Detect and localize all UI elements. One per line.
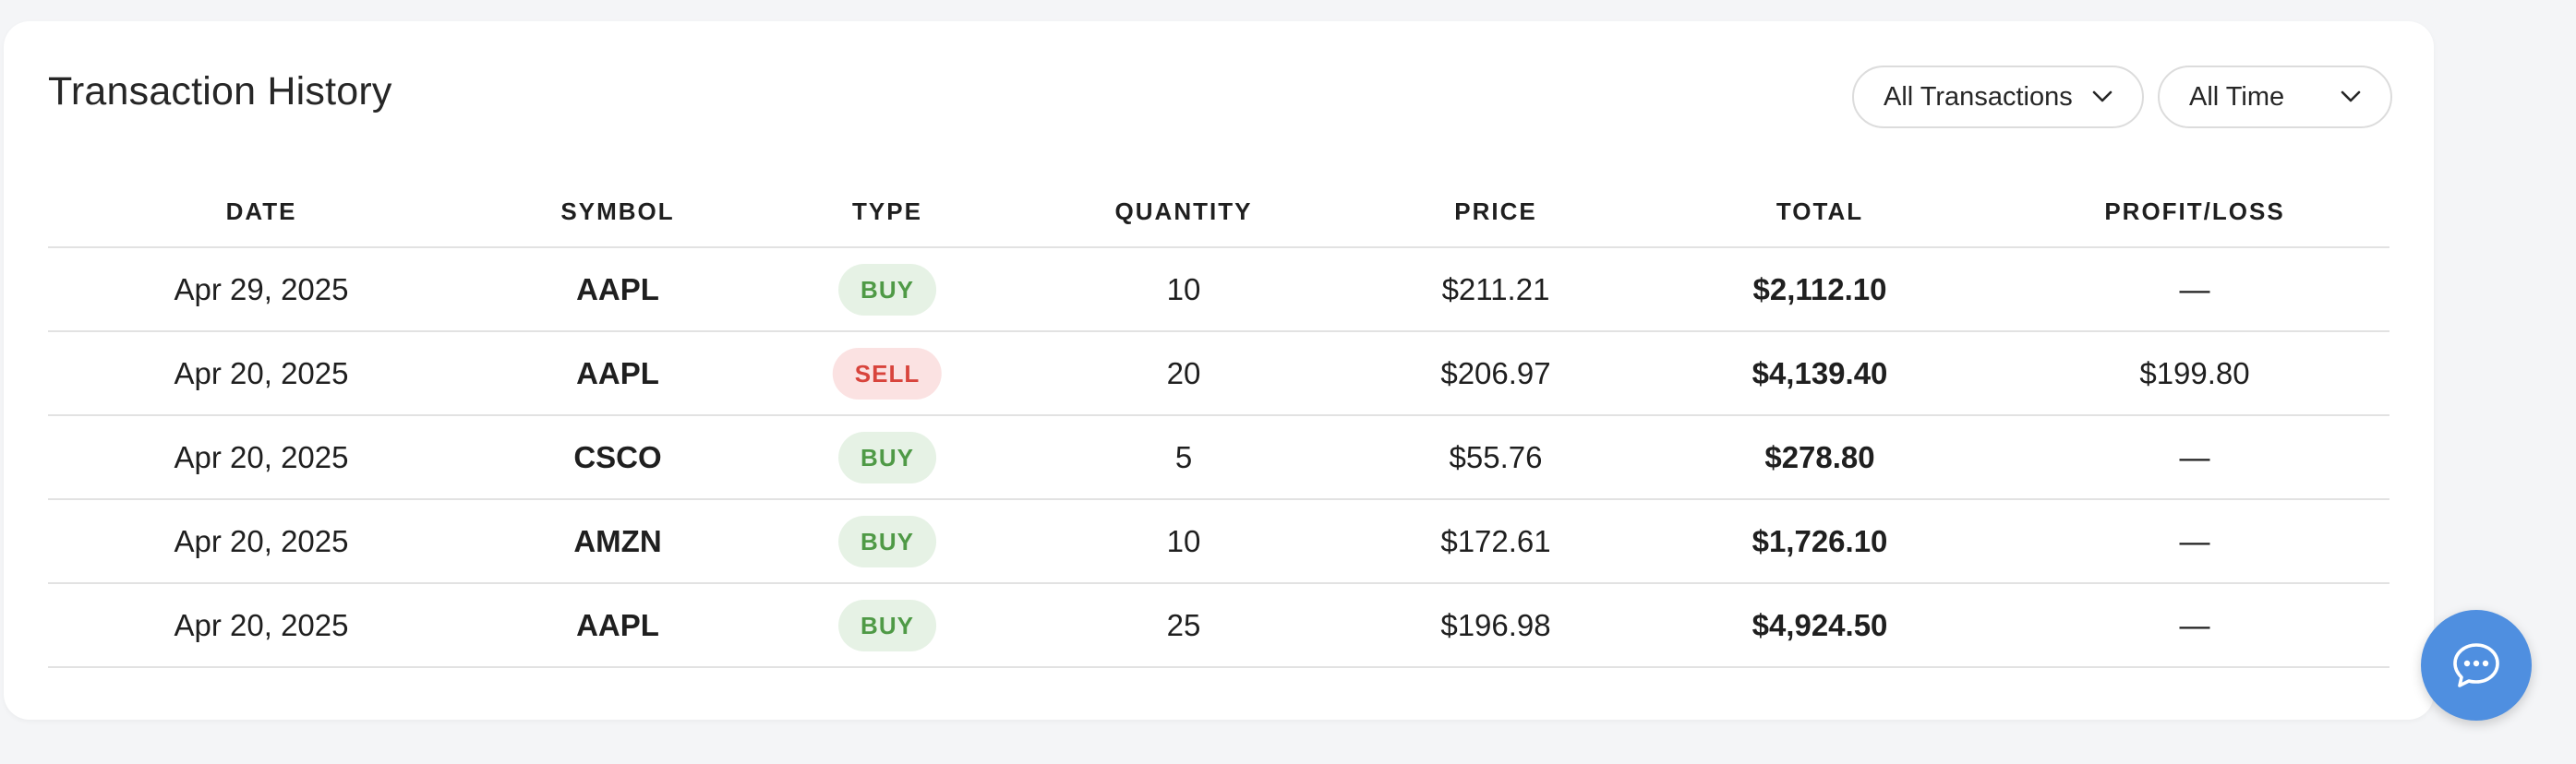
column-header-type[interactable]: TYPE <box>852 176 922 246</box>
cell-date: Apr 20, 2025 <box>174 356 349 390</box>
table-row: Apr 20, 2025 AMZN BUY 10 $172.61 $1,726.… <box>48 500 2389 584</box>
table-header: DATE SYMBOL TYPE QUANTITY PRICE TOTAL PR… <box>48 176 2389 248</box>
cell-price: $206.97 <box>1440 356 1551 390</box>
cell-quantity: 5 <box>1174 440 1193 474</box>
cell-price: $211.21 <box>1441 272 1550 306</box>
cell-profit-loss: — <box>2179 440 2210 474</box>
table-row: Apr 29, 2025 AAPL BUY 10 $211.21 $2,112.… <box>48 248 2389 332</box>
cell-date: Apr 20, 2025 <box>174 440 349 474</box>
type-badge-buy: BUY <box>838 599 936 651</box>
cell-date: Apr 20, 2025 <box>174 524 349 558</box>
transaction-type-filter-label: All Transactions <box>1884 81 2073 112</box>
chat-bubble-icon <box>2453 643 2499 687</box>
table-row: Apr 20, 2025 AAPL BUY 25 $196.98 $4,924.… <box>48 584 2389 668</box>
column-header-date[interactable]: DATE <box>226 176 297 246</box>
cell-quantity: 20 <box>1166 356 1201 390</box>
cell-price: $196.98 <box>1440 608 1551 642</box>
chevron-down-icon <box>2092 90 2113 102</box>
column-header-quantity[interactable]: QUANTITY <box>1115 176 1253 246</box>
time-range-filter-label: All Time <box>2189 81 2285 112</box>
chat-button[interactable] <box>2421 610 2532 721</box>
column-header-total[interactable]: TOTAL <box>1776 176 1863 246</box>
table-row: Apr 20, 2025 CSCO BUY 5 $55.76 $278.80 — <box>48 416 2389 500</box>
cell-quantity: 10 <box>1166 272 1201 306</box>
cell-profit-loss: — <box>2179 524 2210 558</box>
column-header-profit-loss[interactable]: PROFIT/LOSS <box>2104 176 2284 246</box>
cell-price: $55.76 <box>1449 440 1543 474</box>
transaction-type-filter[interactable]: All Transactions <box>1852 66 2144 128</box>
cell-symbol: AAPL <box>576 608 659 642</box>
chevron-down-icon <box>2341 90 2361 102</box>
type-badge-buy: BUY <box>838 515 936 567</box>
cell-symbol: AAPL <box>576 272 659 306</box>
time-range-filter[interactable]: All Time <box>2158 66 2392 128</box>
cell-total: $4,924.50 <box>1751 608 1888 642</box>
type-badge-buy: BUY <box>838 431 936 483</box>
cell-symbol: AMZN <box>573 524 662 558</box>
page-title: Transaction History <box>48 69 392 113</box>
cell-total: $1,726.10 <box>1751 524 1888 558</box>
cell-profit-loss: — <box>2179 608 2210 642</box>
type-badge-sell: SELL <box>832 347 943 400</box>
cell-quantity: 25 <box>1166 608 1201 642</box>
cell-total: $4,139.40 <box>1751 356 1888 390</box>
cell-symbol: CSCO <box>573 440 662 474</box>
cell-price: $172.61 <box>1440 524 1551 558</box>
type-badge-buy: BUY <box>838 263 936 316</box>
cell-date: Apr 29, 2025 <box>174 272 349 306</box>
column-header-price[interactable]: PRICE <box>1454 176 1536 246</box>
table-row: Apr 20, 2025 AAPL SELL 20 $206.97 $4,139… <box>48 332 2389 416</box>
cell-symbol: AAPL <box>576 356 659 390</box>
cell-date: Apr 20, 2025 <box>174 608 349 642</box>
cell-total: $278.80 <box>1764 440 1875 474</box>
column-header-symbol[interactable]: SYMBOL <box>560 176 674 246</box>
transaction-history-card: Transaction History All Transactions All… <box>4 21 2434 720</box>
cell-profit-loss: $199.80 <box>2139 356 2250 390</box>
transactions-table: DATE SYMBOL TYPE QUANTITY PRICE TOTAL PR… <box>48 176 2389 668</box>
cell-profit-loss: — <box>2179 272 2210 306</box>
cell-total: $2,112.10 <box>1752 272 1887 306</box>
cell-quantity: 10 <box>1166 524 1201 558</box>
